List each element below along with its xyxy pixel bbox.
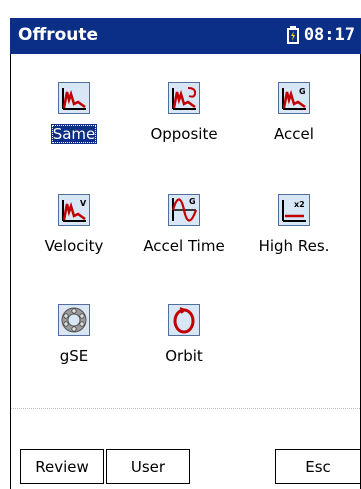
spectrum-accel-icon: G [278, 82, 310, 114]
user-button[interactable]: User [106, 449, 190, 484]
status-area: 08:17 [286, 25, 355, 45]
app-window: Offroute 08:17 Same Opposite G Accel V V… [0, 0, 361, 489]
menu-item-label: gSE [59, 347, 89, 365]
clock: 08:17 [303, 25, 355, 45]
menu-item-label: Accel [274, 125, 314, 143]
menu-item-label: Same [50, 124, 98, 144]
menu-item-label: High Res. [258, 237, 330, 255]
menu-item-same[interactable]: Same [24, 82, 124, 144]
gse-bearing-icon [58, 304, 90, 336]
window-title: Offroute [18, 25, 99, 45]
menu-item-accel-time[interactable]: G Accel Time [134, 194, 234, 256]
svg-text:G: G [299, 87, 306, 96]
separator [10, 404, 361, 413]
menu-item-label: Orbit [165, 347, 203, 365]
menu-item-accel[interactable]: G Accel [244, 82, 344, 144]
menu-item-velocity[interactable]: V Velocity [24, 194, 124, 256]
waveform-accel-time-icon: G [168, 194, 200, 226]
title-bar: Offroute 08:17 [10, 18, 361, 54]
menu-item-label: Opposite [150, 125, 218, 143]
menu-item-orbit[interactable]: Orbit [134, 304, 234, 366]
orbit-icon [168, 304, 200, 336]
battery-icon [286, 26, 300, 44]
spectrum-same-icon [58, 82, 90, 114]
menu-item-gse[interactable]: gSE [24, 304, 124, 366]
svg-text:V: V [80, 199, 87, 208]
spectrum-velocity-icon: V [58, 194, 90, 226]
menu-item-opposite[interactable]: Opposite [134, 82, 234, 144]
svg-text:G: G [189, 197, 196, 206]
menu-item-label: Accel Time [143, 237, 225, 255]
esc-button[interactable]: Esc [275, 449, 361, 484]
menu-item-high-res[interactable]: x2 High Res. [244, 194, 344, 256]
high-res-icon: x2 [278, 194, 310, 226]
spectrum-opposite-icon [168, 82, 200, 114]
menu-item-label: Velocity [44, 237, 104, 255]
review-button[interactable]: Review [20, 449, 104, 484]
svg-text:x2: x2 [294, 200, 305, 209]
